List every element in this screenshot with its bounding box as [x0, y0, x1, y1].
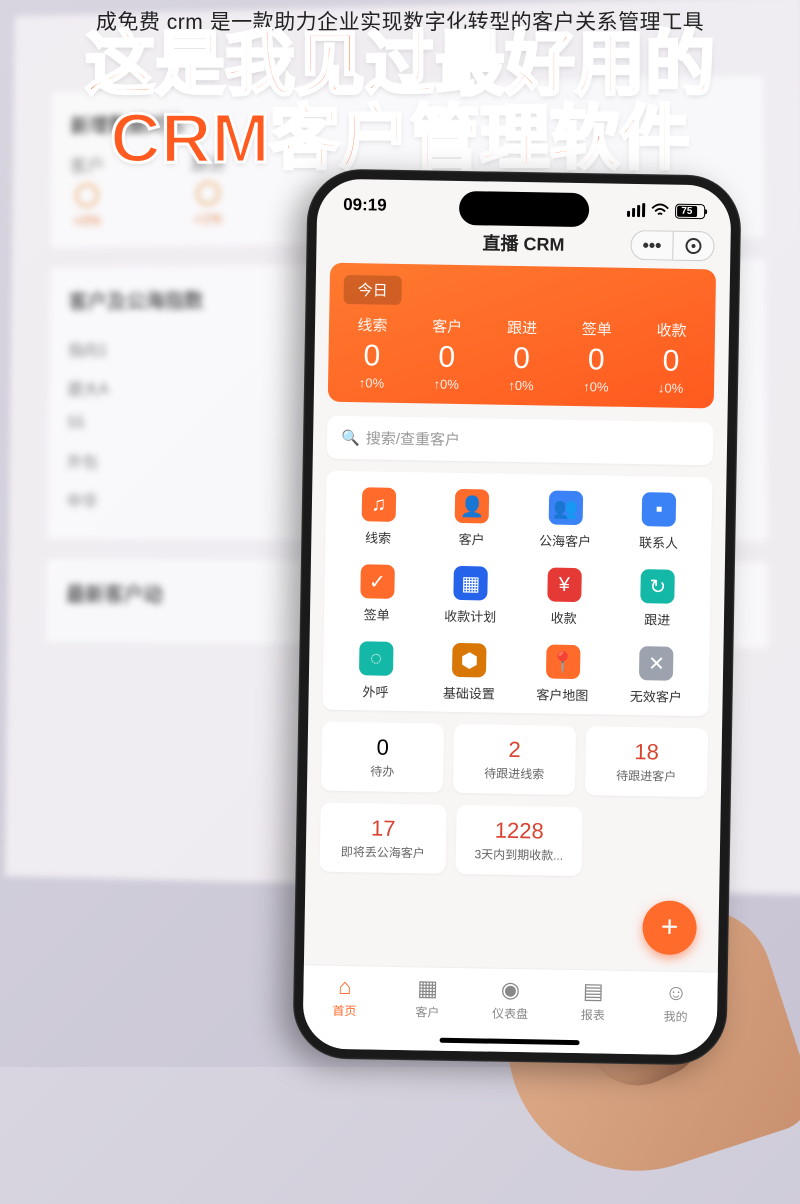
tab-报表-icon: ▤	[552, 978, 635, 1005]
app-title: 直播 CRM	[482, 229, 564, 256]
phone-device: 09:19 75 直播 CRM ••• 今日 线索 0 ↑0% 客户 0 ↑0%…	[292, 168, 741, 1065]
search-input[interactable]: 🔍 搜索/查重客户	[327, 416, 714, 466]
card-待跟进客户[interactable]: 18 待跟进客户	[585, 726, 708, 797]
caption-line1: 这是我见过最好用的	[40, 28, 760, 102]
phone-screen: 09:19 75 直播 CRM ••• 今日 线索 0 ↑0% 客户 0 ↑0%…	[302, 178, 731, 1055]
grid-item-无效客户[interactable]: ✕ 无效客户	[609, 646, 704, 707]
无效客户-icon: ✕	[639, 646, 674, 681]
card-待跟进线索[interactable]: 2 待跟进线索	[453, 724, 576, 795]
target-button[interactable]	[672, 231, 715, 262]
grid-item-公海客户[interactable]: 👥 公海客户	[518, 490, 613, 551]
grid-item-收款计划[interactable]: ▦ 收款计划	[423, 565, 518, 626]
grid-item-联系人[interactable]: ▪ 联系人	[612, 492, 707, 553]
battery-icon: 75	[675, 203, 705, 219]
客户地图-icon: 📍	[546, 645, 581, 680]
add-button[interactable]: +	[642, 900, 697, 955]
tab-首页-icon: ⌂	[303, 973, 386, 1000]
today-chip[interactable]: 今日	[343, 275, 402, 305]
search-placeholder: 搜索/查重客户	[366, 427, 461, 450]
联系人-icon: ▪	[642, 492, 677, 527]
收款-icon: ¥	[547, 568, 582, 603]
search-icon: 🔍	[341, 428, 360, 446]
tab-bar: ⌂ 首页 ▦ 客户 ◉ 仪表盘 ▤ 报表 ☺ 我的	[302, 964, 717, 1055]
grid-item-签单[interactable]: ✓ 签单	[330, 564, 425, 625]
tab-我的-icon: ☺	[634, 979, 717, 1006]
grid-item-跟进[interactable]: ↻ 跟进	[610, 569, 705, 630]
wifi-icon	[651, 203, 669, 217]
grid-item-基础设置[interactable]: ⬢ 基础设置	[422, 642, 517, 703]
grid-item-客户地图[interactable]: 📍 客户地图	[515, 644, 610, 705]
tab-仪表盘-icon: ◉	[469, 976, 552, 1003]
app-header: 直播 CRM •••	[316, 218, 731, 269]
signal-icon	[627, 203, 645, 217]
phone-notch	[459, 191, 590, 227]
外呼-icon: ◌	[359, 641, 394, 676]
跟进-icon: ↻	[641, 569, 676, 604]
status-time: 09:19	[343, 195, 387, 216]
grid-item-线索[interactable]: ♫ 线索	[331, 487, 426, 548]
stat-1[interactable]: 客户 0 ↑0%	[409, 315, 485, 392]
stat-0[interactable]: 线索 0 ↑0%	[334, 314, 410, 391]
today-stats-panel: 今日 线索 0 ↑0% 客户 0 ↑0% 跟进 0 ↑0% 签单 0 ↑0% 收…	[328, 263, 716, 409]
grid-item-收款[interactable]: ¥ 收款	[517, 567, 612, 628]
grid-item-外呼[interactable]: ◌ 外呼	[329, 641, 424, 702]
客户-icon: 👤	[455, 489, 490, 524]
stat-3[interactable]: 签单 0 ↑0%	[558, 318, 634, 395]
线索-icon: ♫	[361, 487, 396, 522]
公海客户-icon: 👥	[548, 491, 583, 526]
基础设置-icon: ⬢	[452, 643, 487, 678]
签单-icon: ✓	[360, 564, 395, 599]
stat-2[interactable]: 跟进 0 ↑0%	[484, 316, 560, 393]
menu-button[interactable]: •••	[630, 230, 673, 261]
tab-首页[interactable]: ⌂ 首页	[302, 973, 386, 1049]
stat-4[interactable]: 收款 0 ↓0%	[633, 319, 709, 396]
grid-item-客户[interactable]: 👤 客户	[425, 488, 520, 549]
收款计划-icon: ▦	[454, 566, 489, 601]
marketing-caption: 成免费 crm 是一款助力企业实现数字化转型的客户关系管理工具 这是我见过最好用…	[0, 0, 800, 175]
app-grid-panel: ♫ 线索 👤 客户 👥 公海客户 ▪ 联系人 ✓ 签单 ▦ 收款计划 ¥ 收款 …	[322, 471, 712, 717]
tab-我的[interactable]: ☺ 我的	[634, 979, 718, 1055]
card-即将丢公海客户[interactable]: 17 即将丢公海客户	[320, 803, 447, 874]
card-3天内到期收款...[interactable]: 1228 3天内到期收款...	[456, 805, 583, 876]
tab-客户-icon: ▦	[386, 975, 469, 1002]
card-待办[interactable]: 0 待办	[321, 722, 444, 793]
caption-line2: CRM客户管理软件	[40, 102, 760, 176]
